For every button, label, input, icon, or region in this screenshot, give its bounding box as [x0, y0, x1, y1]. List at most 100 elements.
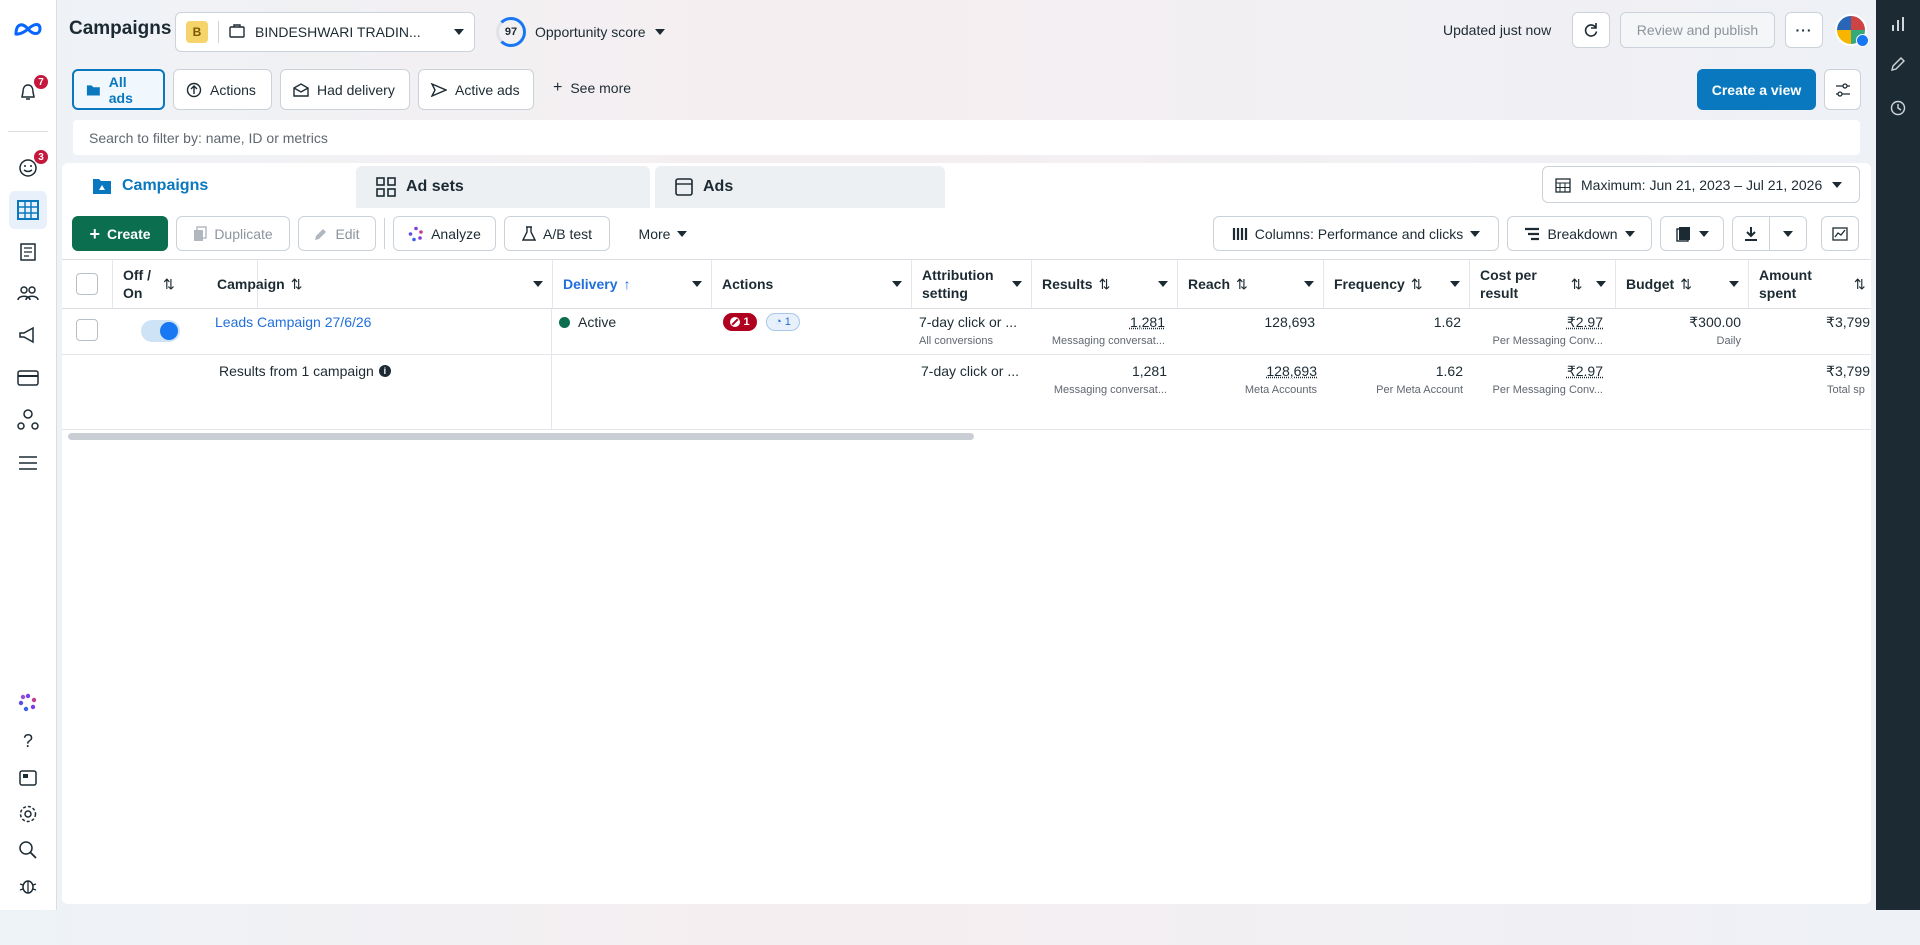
chart-bars-icon[interactable] — [1888, 16, 1908, 36]
date-range-picker[interactable]: Maximum: Jun 21, 2023 – Jul 21, 2026 — [1542, 166, 1860, 203]
analyze-button[interactable]: Analyze — [393, 216, 496, 251]
smiley-icon[interactable]: 3 — [13, 149, 49, 183]
actions-error-badge[interactable]: 1 — [723, 313, 757, 331]
header-attribution[interactable]: Attribution setting — [912, 260, 1032, 308]
header-attribution-line1: Attribution — [922, 267, 994, 283]
envelope-icon — [293, 82, 309, 97]
header-amount-spent[interactable]: Amount spent ⇅ — [1749, 260, 1871, 308]
view-active-ads-label: Active ads — [455, 81, 520, 98]
tab-campaigns[interactable]: Campaigns — [72, 163, 356, 208]
ab-test-label: A/B test — [542, 225, 593, 242]
summary-reach-sub: Meta Accounts — [1244, 384, 1317, 396]
create-button[interactable]: + Create — [72, 216, 168, 251]
info-icon[interactable]: i — [378, 365, 391, 377]
export-dropdown[interactable] — [1769, 216, 1807, 251]
menu-hamburger-icon[interactable] — [13, 448, 43, 478]
meta-logo-icon[interactable] — [13, 14, 43, 44]
pencil-icon[interactable] — [1888, 56, 1908, 76]
meta-ai-icon[interactable] — [13, 688, 43, 718]
help-icon[interactable]: ? — [13, 726, 43, 756]
sort-icon: ⇅ — [163, 276, 175, 292]
business-network-icon[interactable] — [13, 404, 43, 434]
ads-manager-table-icon[interactable] — [9, 191, 47, 229]
summary-results-sub: Messaging conversat... — [1053, 384, 1167, 396]
ad-account-selector[interactable]: B BINDESHWARI TRADIN... — [175, 12, 475, 52]
horizontal-scrollbar[interactable] — [68, 433, 974, 440]
columns-dropdown[interactable]: Columns: Performance and clicks — [1213, 216, 1499, 251]
header-cost-per-result[interactable]: Cost per result ⇅ — [1470, 260, 1616, 308]
campaign-name-link[interactable]: Leads Campaign 27/6/26 — [215, 314, 371, 330]
sliders-icon — [1835, 82, 1850, 97]
divider — [218, 21, 219, 43]
bug-report-icon[interactable] — [13, 871, 43, 901]
charts-button[interactable] — [1821, 216, 1859, 251]
search-icon[interactable] — [13, 835, 43, 865]
summary-amount-sub: Total sp — [1827, 384, 1865, 396]
header-results[interactable]: Results ⇅ — [1032, 260, 1178, 308]
view-had-delivery[interactable]: Had delivery — [280, 69, 410, 110]
right-tools-rail — [1876, 0, 1920, 910]
view-actions-label: Actions — [210, 81, 256, 98]
summary-cost[interactable]: ₹2.97 — [1478, 363, 1603, 380]
tab-ads[interactable]: Ads — [655, 166, 945, 208]
campaigns-folder-icon — [93, 178, 111, 194]
cost-value[interactable]: ₹2.97 — [1478, 314, 1603, 331]
view-actions[interactable]: Actions — [173, 69, 272, 110]
chevron-down-icon — [677, 230, 688, 237]
line-chart-icon — [1832, 226, 1848, 241]
select-all-checkbox[interactable] — [76, 273, 98, 295]
more-dropdown[interactable]: More — [618, 216, 708, 251]
reports-dropdown[interactable] — [1660, 216, 1724, 251]
tab-ad-sets[interactable]: Ad sets — [356, 166, 650, 208]
settings-gear-icon[interactable] — [13, 799, 43, 829]
opportunity-score[interactable]: 97 Opportunity score — [496, 17, 665, 47]
history-clock-icon[interactable] — [1888, 100, 1908, 120]
pages-icon[interactable] — [13, 237, 43, 267]
header-actions[interactable]: Actions — [712, 260, 912, 308]
summary-reach[interactable]: 128,693 — [1192, 363, 1317, 379]
review-publish-button[interactable]: Review and publish — [1620, 12, 1775, 48]
megaphone-icon[interactable] — [13, 320, 43, 350]
header-cost-line1: Cost per — [1480, 267, 1537, 283]
header-campaign-label: Campaign — [217, 276, 285, 292]
header-budget[interactable]: Budget ⇅ — [1616, 260, 1749, 308]
header-delivery[interactable]: Delivery ↑ — [553, 260, 712, 308]
budget-value: ₹300.00 — [1689, 314, 1741, 330]
edit-button[interactable]: Edit — [298, 216, 376, 251]
header-reach-label: Reach — [1188, 276, 1231, 292]
view-active-ads[interactable]: Active ads — [418, 69, 534, 110]
export-button[interactable] — [1732, 216, 1770, 251]
breakdown-label: Breakdown — [1547, 225, 1618, 242]
row-checkbox[interactable] — [76, 319, 98, 341]
billing-card-icon[interactable] — [13, 363, 43, 393]
more-options-button[interactable]: ··· — [1785, 12, 1823, 48]
actions-recommendation-badge[interactable]: ◔ 1 — [766, 313, 800, 331]
chevron-down-icon — [1304, 281, 1314, 287]
view-all-ads-label: All ads — [108, 73, 133, 106]
tab-campaigns-label: Campaigns — [122, 176, 209, 194]
view-all-ads[interactable]: All ads — [72, 69, 165, 110]
chevron-down-icon — [1012, 281, 1022, 287]
filter-settings-button[interactable] — [1824, 69, 1861, 110]
see-more-button[interactable]: + See more — [553, 80, 631, 97]
results-value[interactable]: 1,281 — [1040, 314, 1165, 330]
header-reach[interactable]: Reach ⇅ — [1178, 260, 1324, 308]
ab-test-button[interactable]: A/B test — [504, 216, 610, 251]
cost-sub: Per Messaging Conv... — [1492, 335, 1603, 347]
refresh-button[interactable] — [1572, 12, 1610, 48]
duplicate-button[interactable]: Duplicate — [176, 216, 290, 251]
calendar-icon — [1555, 177, 1571, 193]
header-frequency[interactable]: Frequency ⇅ — [1324, 260, 1470, 308]
chevron-down-icon — [1832, 181, 1843, 188]
header-campaign[interactable]: Campaign ⇅ — [207, 260, 553, 308]
audiences-icon[interactable] — [13, 278, 43, 308]
breakdown-dropdown[interactable]: Breakdown — [1507, 216, 1652, 251]
campaign-toggle[interactable] — [141, 320, 180, 342]
create-view-button[interactable]: Create a view — [1697, 69, 1816, 110]
search-input[interactable]: Search to filter by: name, ID or metrics — [73, 120, 1860, 155]
chevron-down-icon — [1624, 230, 1635, 237]
news-icon[interactable] — [13, 763, 43, 793]
edit-label: Edit — [335, 225, 360, 242]
notifications-bell-icon[interactable]: 7 — [13, 74, 49, 108]
sort-icon: ⇅ — [1570, 276, 1583, 292]
